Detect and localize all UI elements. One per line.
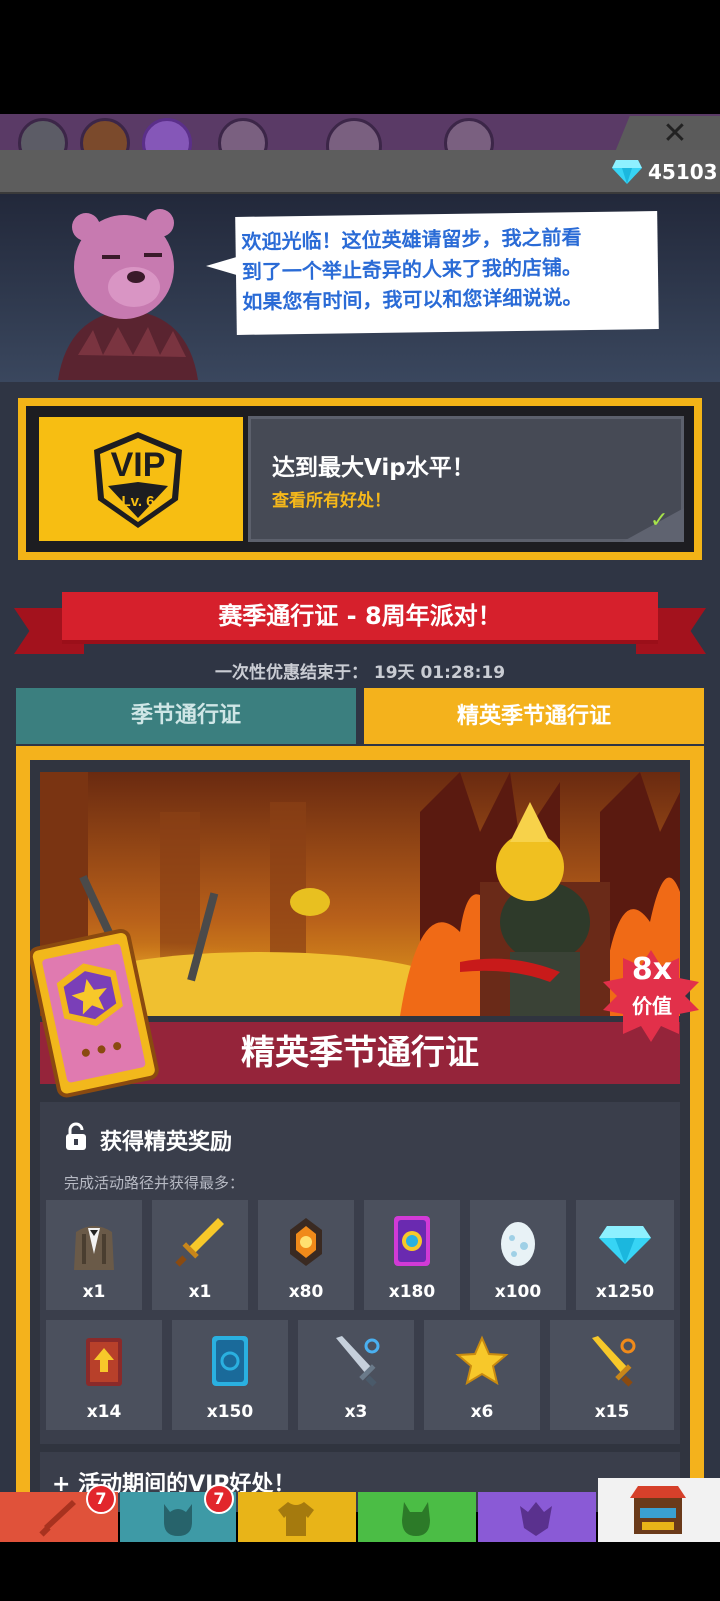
season-pass-ribbon: 赛季通行证 - 8周年派对！	[62, 592, 658, 644]
suit-costume-icon	[74, 1226, 114, 1270]
dialog-line: 如果您有时间，我可以和您详细说说。	[242, 285, 583, 314]
pet-icon	[402, 1502, 430, 1536]
unlock-icon	[66, 1122, 86, 1150]
reward-item[interactable]: x6	[422, 1318, 542, 1432]
diamond-icon	[599, 1226, 651, 1264]
sword-icon	[39, 1500, 76, 1537]
rainbow-card-icon	[394, 1216, 430, 1266]
reward-qty: x14	[86, 1402, 122, 1422]
reward-item[interactable]: x1	[44, 1198, 144, 1312]
notification-badge: 7	[86, 1484, 116, 1514]
reward-qty: x1	[82, 1282, 106, 1302]
elite-ticket-icon	[30, 928, 159, 1098]
reward-qty: x180	[388, 1282, 436, 1302]
offer-countdown: 19天 01:28:19	[373, 663, 506, 683]
vip-badge-level: Lv. 6	[121, 493, 154, 510]
top-nav-bar	[0, 114, 720, 174]
gem-count: 45103	[648, 160, 718, 184]
reward-item[interactable]: x80	[256, 1198, 356, 1312]
nav-weapons-button[interactable]: 7	[0, 1484, 118, 1542]
bear-merchant-icon	[58, 209, 198, 380]
upgrade-book-icon	[86, 1338, 122, 1386]
value-multiplier: 8x	[631, 952, 673, 987]
nav-pets-button[interactable]	[358, 1492, 476, 1542]
diamond-icon	[612, 160, 642, 184]
nav-heroes-button[interactable]: 7	[120, 1484, 236, 1542]
offer-timer: 一次性优惠结束于： 19天 01:28:19	[0, 658, 720, 683]
nav-armor-button[interactable]	[238, 1492, 356, 1542]
reward-item[interactable]: x150	[170, 1318, 290, 1432]
star-icon	[455, 1335, 509, 1386]
nav-shop-button[interactable]	[598, 1478, 720, 1542]
shirt-icon	[278, 1502, 314, 1536]
egg-icon	[501, 1222, 535, 1266]
reward-item[interactable]: x100	[468, 1198, 568, 1312]
fire-stone-icon	[290, 1218, 322, 1266]
reward-qty: x80	[288, 1282, 324, 1302]
value-label: 价值	[632, 994, 672, 1018]
shop-icon	[630, 1486, 686, 1534]
golden-sword-icon	[175, 1218, 224, 1267]
offer-label: 一次性优惠结束于：	[214, 663, 368, 683]
silver-sword-icon	[336, 1336, 380, 1387]
helmet-icon	[164, 1504, 192, 1536]
blue-card-icon	[212, 1336, 248, 1386]
reward-qty: x1	[188, 1282, 212, 1302]
gold-sword-icon	[592, 1336, 636, 1387]
reward-qty: x100	[494, 1282, 542, 1302]
reward-qty: x150	[206, 1402, 254, 1422]
vip-status-title: 达到最大Vip水平！	[272, 455, 475, 481]
reward-qty: x15	[594, 1402, 630, 1422]
rewards-subtitle: 完成活动路径并获得最多：	[64, 1174, 245, 1192]
tab-season-pass[interactable]: 季节通行证	[16, 688, 356, 744]
nav-guild-button[interactable]	[478, 1492, 596, 1542]
tab-elite-season-pass[interactable]: 精英季节通行证	[364, 688, 704, 744]
reward-qty: x6	[470, 1402, 494, 1422]
view-all-benefits-link[interactable]: 查看所有好处！	[272, 486, 391, 511]
reward-item[interactable]: x15	[548, 1318, 676, 1432]
reward-item[interactable]: x14	[44, 1318, 164, 1432]
reward-qty: x1250	[595, 1282, 655, 1302]
reward-item[interactable]: x1250	[574, 1198, 676, 1312]
notification-badge: 7	[204, 1484, 234, 1514]
speech-bubble[interactable]: 欢迎光临！这位英雄请留步，我之前看 到了一个举止奇异的人来了我的店铺。 如果您有…	[235, 211, 659, 335]
guild-icon	[520, 1502, 552, 1536]
vip-badge-title: VIP	[111, 446, 166, 484]
reward-item[interactable]: x1	[150, 1198, 250, 1312]
reward-item[interactable]: x3	[296, 1318, 416, 1432]
rewards-title: 获得精英奖励	[100, 1130, 233, 1155]
close-button[interactable]: ✕	[645, 116, 705, 152]
vip-badge-icon: VIP Lv. 6	[94, 432, 182, 528]
reward-qty: x3	[344, 1402, 368, 1422]
check-icon: ✓	[650, 508, 669, 533]
reward-item[interactable]: x180	[362, 1198, 462, 1312]
